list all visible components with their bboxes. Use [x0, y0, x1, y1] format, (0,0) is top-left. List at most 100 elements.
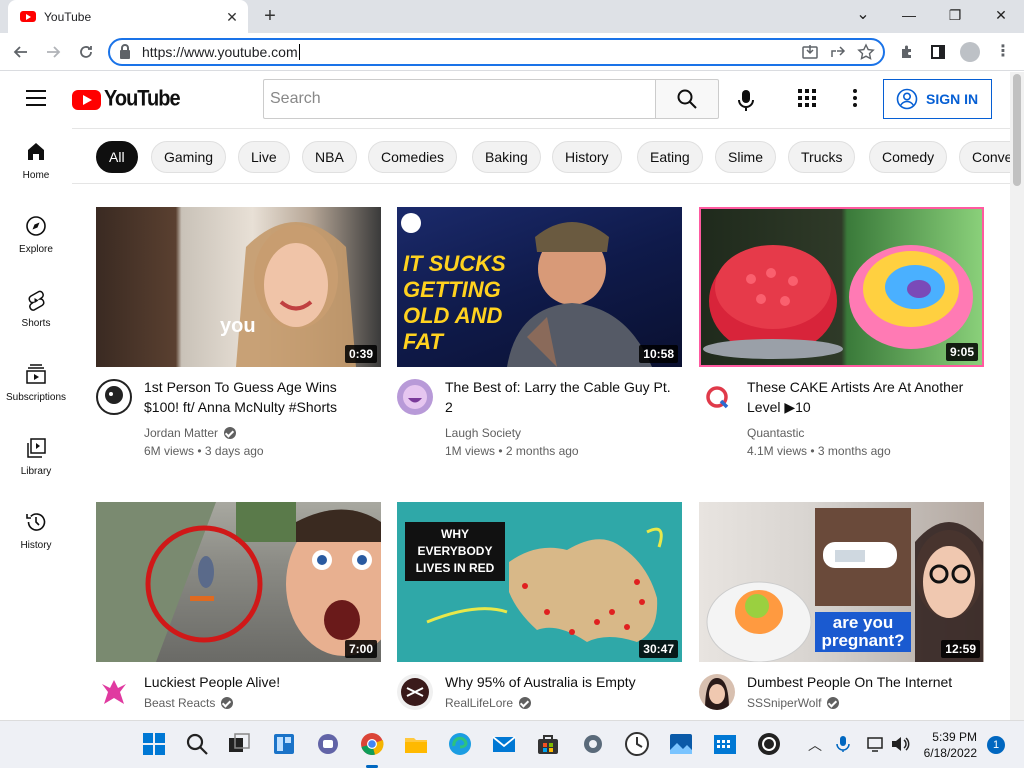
video-title[interactable]: 1st Person To Guess Age Wins $100! ft/ A… — [144, 377, 374, 417]
chip-trucks[interactable]: Trucks — [788, 141, 856, 173]
video-title[interactable]: Dumbest People On The Internet — [747, 672, 977, 692]
channel-avatar[interactable] — [96, 379, 132, 415]
url-text[interactable]: https://www.youtube.com — [142, 44, 300, 60]
video-title[interactable]: Luckiest People Alive! — [144, 672, 374, 692]
chip-all[interactable]: All — [96, 141, 138, 173]
video-thumbnail[interactable]: are you pregnant? 12:59 — [699, 502, 984, 662]
file-explorer-icon[interactable] — [403, 731, 429, 757]
volume-icon[interactable] — [890, 735, 910, 753]
voice-search-button[interactable] — [730, 84, 762, 116]
chip-gaming[interactable]: Gaming — [151, 141, 227, 173]
page-scrollbar[interactable] — [1010, 72, 1024, 720]
tray-overflow-chevron-icon[interactable]: ︿ — [808, 735, 822, 755]
video-card[interactable]: 7:00 Luckiest People Alive! Beast Reacts — [96, 502, 381, 720]
search-button[interactable] — [655, 79, 719, 119]
install-app-icon[interactable] — [801, 43, 819, 61]
apps-grid-icon[interactable] — [796, 87, 818, 109]
browser-tab[interactable]: YouTube ✕ — [8, 0, 248, 33]
youtube-logo[interactable]: YouTube — [72, 87, 181, 111]
channel-name[interactable]: Beast Reacts — [144, 696, 215, 710]
chrome-icon[interactable] — [359, 731, 385, 757]
extensions-icon[interactable] — [894, 39, 920, 65]
chrome-menu-icon[interactable]: ⋮ — [990, 39, 1016, 65]
channel-name[interactable]: Laugh Society — [445, 426, 521, 440]
photos-icon[interactable] — [668, 731, 694, 757]
search-input[interactable]: Search — [263, 79, 656, 119]
video-thumbnail[interactable]: 7:00 — [96, 502, 381, 662]
video-channel[interactable]: RealLifeLore — [445, 696, 532, 710]
channel-name[interactable]: RealLifeLore — [445, 696, 513, 710]
video-card[interactable]: IT SUCKS GETTING OLD AND FAT 10:58 The B… — [397, 207, 682, 487]
video-thumbnail[interactable]: you 0:39 — [96, 207, 381, 367]
channel-avatar[interactable] — [699, 379, 735, 415]
close-window-button[interactable]: ✕ — [978, 0, 1024, 33]
side-panel-icon[interactable] — [925, 39, 951, 65]
channel-avatar[interactable] — [397, 379, 433, 415]
calendar-icon[interactable] — [712, 731, 738, 757]
guide-item-history[interactable]: History — [0, 498, 72, 572]
video-card[interactable]: you 0:39 1st Person To Guess Age Wins $1… — [96, 207, 381, 487]
clock-app-icon[interactable] — [624, 731, 650, 757]
hamburger-menu-icon[interactable] — [26, 90, 46, 106]
minimize-button[interactable]: — — [886, 0, 932, 33]
share-icon[interactable] — [829, 43, 847, 61]
video-channel[interactable]: Quantastic — [747, 426, 804, 440]
guide-item-library[interactable]: Library — [0, 424, 72, 498]
new-tab-button[interactable]: + — [258, 5, 282, 29]
sign-in-button[interactable]: SIGN IN — [883, 79, 992, 119]
tab-close-icon[interactable]: ✕ — [222, 7, 242, 27]
search-icon[interactable] — [184, 731, 210, 757]
edge-icon[interactable] — [447, 731, 473, 757]
address-bar[interactable]: https://www.youtube.com — [108, 38, 885, 66]
tab-search-icon[interactable]: ⌄ — [840, 0, 886, 33]
reload-icon[interactable] — [73, 39, 99, 65]
channel-name[interactable]: SSSniperWolf — [747, 696, 821, 710]
widgets-icon[interactable] — [271, 731, 297, 757]
video-card[interactable]: 9:05 These CAKE Artists Are At Another L… — [699, 207, 984, 487]
channel-avatar[interactable] — [699, 674, 735, 710]
chip-conve[interactable]: Conve — [959, 141, 1010, 173]
settings-gear-icon[interactable] — [580, 731, 606, 757]
notification-badge[interactable]: 1 — [987, 736, 1005, 754]
chip-baking[interactable]: Baking — [472, 141, 541, 173]
channel-avatar[interactable] — [96, 674, 132, 710]
chip-comedies[interactable]: Comedies — [368, 141, 458, 173]
profile-icon[interactable] — [957, 39, 983, 65]
bookmark-star-icon[interactable] — [857, 43, 875, 61]
chip-comedy[interactable]: Comedy — [869, 141, 948, 173]
video-thumbnail[interactable]: 9:05 — [699, 207, 984, 367]
video-title[interactable]: These CAKE Artists Are At Another Level … — [747, 377, 977, 417]
channel-avatar[interactable] — [397, 674, 433, 710]
video-channel[interactable]: Laugh Society — [445, 426, 521, 440]
obs-recorder-icon[interactable] — [756, 731, 782, 757]
chip-slime[interactable]: Slime — [715, 141, 777, 173]
video-card[interactable]: WHY EVERYBODY LIVES IN RED 30:47 Why 95%… — [397, 502, 682, 720]
scrollbar-thumb[interactable] — [1013, 74, 1021, 186]
video-thumbnail[interactable]: IT SUCKS GETTING OLD AND FAT 10:58 — [397, 207, 682, 367]
network-icon[interactable] — [866, 735, 886, 753]
start-windows-icon[interactable] — [141, 731, 167, 757]
guide-item-subscriptions[interactable]: Subscriptions — [0, 350, 72, 424]
channel-name[interactable]: Quantastic — [747, 426, 804, 440]
video-thumbnail[interactable]: WHY EVERYBODY LIVES IN RED 30:47 — [397, 502, 682, 662]
forward-icon[interactable] — [40, 39, 66, 65]
video-title[interactable]: The Best of: Larry the Cable Guy Pt. 2 — [445, 377, 675, 417]
task-view-icon[interactable] — [226, 731, 252, 757]
guide-item-explore[interactable]: Explore — [0, 202, 72, 276]
mail-icon[interactable] — [491, 731, 517, 757]
video-channel[interactable]: Jordan Matter — [144, 426, 237, 440]
chip-live[interactable]: Live — [238, 141, 290, 173]
guide-item-shorts[interactable]: Shorts — [0, 276, 72, 350]
back-icon[interactable] — [8, 39, 34, 65]
restore-button[interactable]: ❐ — [932, 0, 978, 33]
chip-nba[interactable]: NBA — [302, 141, 357, 173]
video-title[interactable]: Why 95% of Australia is Empty — [445, 672, 675, 692]
video-channel[interactable]: SSSniperWolf — [747, 696, 840, 710]
chip-eating[interactable]: Eating — [637, 141, 703, 173]
store-icon[interactable] — [535, 731, 561, 757]
video-card[interactable]: are you pregnant? 12:59 Dumbest People O… — [699, 502, 984, 720]
guide-item-home[interactable]: Home — [0, 128, 72, 202]
tray-microphone-icon[interactable] — [834, 735, 852, 753]
teams-chat-icon[interactable] — [315, 731, 341, 757]
settings-more-icon[interactable] — [844, 87, 866, 109]
